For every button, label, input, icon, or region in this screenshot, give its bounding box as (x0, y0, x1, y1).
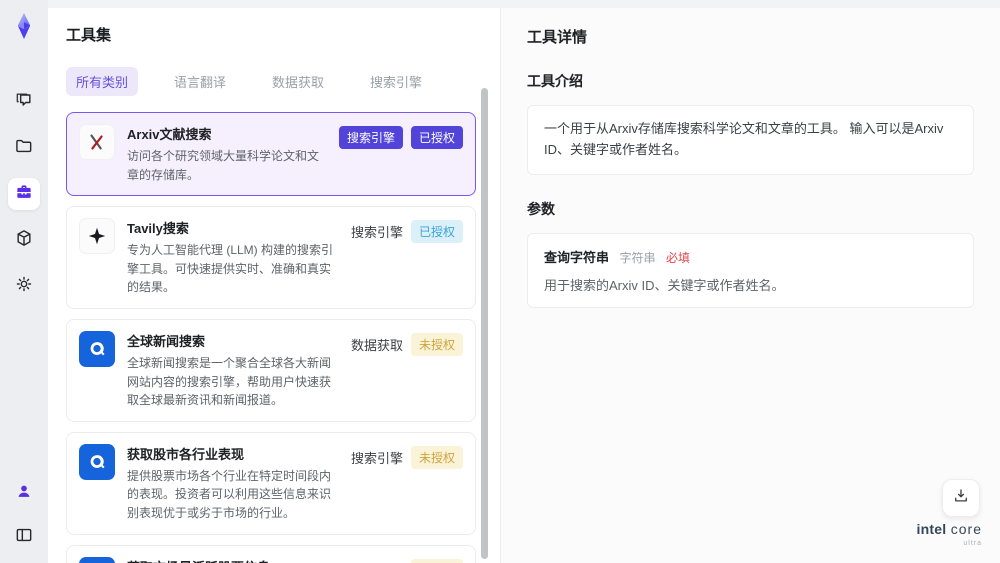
sidebar-item-settings[interactable] (8, 270, 40, 302)
intro-heading: 工具介绍 (527, 73, 583, 89)
window-top-strip (48, 0, 1000, 8)
intro-text: 一个用于从Arxiv存储库搜索科学论文和文章的工具。 输入可以是Arxiv ID… (527, 105, 974, 175)
brand-ultra: ultra (963, 540, 982, 547)
folder-icon (14, 136, 34, 161)
category-label: 数据获取 (350, 337, 403, 353)
user-avatar-button[interactable] (8, 477, 40, 509)
tool-detail-panel: 工具详情 工具介绍 一个用于从Arxiv存储库搜索科学论文和文章的工具。 输入可… (500, 8, 1000, 563)
tool-description: 专为人工智能代理 (LLM) 构建的搜索引擎工具。可快速提供实时、准确和真实的结… (127, 243, 334, 295)
cube-icon (14, 228, 34, 253)
category-tabs: 所有类别 语言翻译 数据获取 搜索引擎 (66, 67, 476, 96)
finance-app-logo-icon (79, 556, 115, 563)
sidebar-item-chat[interactable] (8, 86, 40, 118)
param-name: 查询字符串 (544, 249, 610, 265)
tool-name: 获取股市各行业表现 (127, 446, 245, 462)
tool-description: 提供股票市场各个行业在特定时间段内的表现。投资者可以利用这些信息来识别表现优于或… (127, 468, 332, 520)
category-label: 搜索引擎 (350, 225, 403, 241)
app-logo[interactable] (10, 12, 38, 40)
tool-name: 全球新闻搜索 (127, 333, 206, 349)
brand-intel: intel (916, 521, 947, 537)
tool-description: 访问各个研究领域大量科学论文和文章的存储库。 (127, 149, 320, 182)
tool-description: 全球新闻搜索是一个聚合全球各大新闻网站内容的搜索引擎，帮助用户快速获取全球最新资… (127, 355, 332, 408)
left-sidebar (0, 0, 48, 563)
brand-core: core (950, 521, 982, 537)
panel-toggle-icon (14, 525, 34, 550)
sidebar-item-plugins[interactable] (8, 224, 40, 256)
status-badge: 已授权 (410, 220, 463, 244)
tab-data-fetch[interactable]: 数据获取 (262, 67, 334, 96)
chat-icon (14, 90, 34, 115)
sidebar-nav (8, 86, 40, 302)
status-badge: 已授权 (410, 126, 463, 149)
tool-card-sector-performance[interactable]: 获取股市各行业表现 提供股票市场各个行业在特定时间段内的表现。投资者可以利用这些… (66, 431, 476, 535)
list-scrollbar[interactable] (481, 88, 488, 559)
category-label: 搜索引擎 (350, 450, 403, 466)
finance-app-logo-icon (79, 443, 115, 480)
download-button[interactable] (942, 479, 980, 517)
tool-card-most-active-stocks[interactable]: 获取市场最活跃股票信息 提供当天交易量最高的股票列表，投资者可以利用这些信息来识… (66, 544, 476, 563)
main-area: 工具集 所有类别 语言翻译 数据获取 搜索引擎 Arxiv文献搜索 访问各个研究… (48, 0, 1000, 563)
user-icon (14, 481, 34, 506)
parameter-item: 查询字符串 字符串 必填 用于搜索的Arxiv ID、关键字或作者姓名。 (527, 232, 974, 308)
tab-all-categories[interactable]: 所有类别 (66, 67, 139, 96)
page-title: 工具集 (66, 27, 112, 44)
status-badge: 未授权 (410, 332, 463, 356)
tavily-logo-icon (79, 218, 115, 255)
status-badge: 未授权 (410, 558, 463, 563)
intel-core-logo: intel core ultra (917, 522, 982, 547)
gear-icon (14, 274, 34, 299)
detail-title: 工具详情 (527, 29, 588, 46)
toolbox-icon (14, 182, 34, 207)
news-app-logo-icon (79, 330, 115, 367)
param-description: 用于搜索的Arxiv ID、关键字或作者姓名。 (544, 277, 785, 293)
param-required-flag: 必填 (665, 250, 690, 265)
download-icon (952, 487, 970, 510)
sidebar-item-files[interactable] (8, 132, 40, 164)
category-badge: 搜索引擎 (338, 126, 403, 149)
params-heading: 参数 (527, 200, 555, 217)
tab-search-engine[interactable]: 搜索引擎 (360, 67, 432, 96)
scrollbar-thumb[interactable] (481, 88, 488, 559)
tool-name: 获取市场最活跃股票信息 (127, 557, 335, 563)
tool-list-panel: 工具集 所有类别 语言翻译 数据获取 搜索引擎 Arxiv文献搜索 访问各个研究… (48, 8, 500, 563)
tool-card-list: Arxiv文献搜索 访问各个研究领域大量科学论文和文章的存储库。 搜索引擎 已授… (66, 112, 476, 563)
tab-translation[interactable]: 语言翻译 (164, 67, 236, 96)
status-badge: 未授权 (410, 445, 463, 469)
param-type: 字符串 (619, 250, 656, 265)
tool-card-global-news[interactable]: 全球新闻搜索 全球新闻搜索是一个聚合全球各大新闻网站内容的搜索引擎，帮助用户快速… (66, 318, 476, 422)
arxiv-logo-icon (79, 124, 115, 160)
tool-name: Tavily搜索 (127, 221, 189, 237)
tool-card-tavily[interactable]: Tavily搜索 专为人工智能代理 (LLM) 构建的搜索引擎工具。可快速提供实… (66, 206, 476, 309)
tool-name: Arxiv文献搜索 (127, 127, 212, 142)
sidebar-bottom (8, 477, 40, 553)
panel-toggle-button[interactable] (8, 521, 40, 553)
sidebar-item-toolbox[interactable] (8, 178, 40, 210)
tool-card-arxiv[interactable]: Arxiv文献搜索 访问各个研究领域大量科学论文和文章的存储库。 搜索引擎 已授… (66, 112, 476, 197)
